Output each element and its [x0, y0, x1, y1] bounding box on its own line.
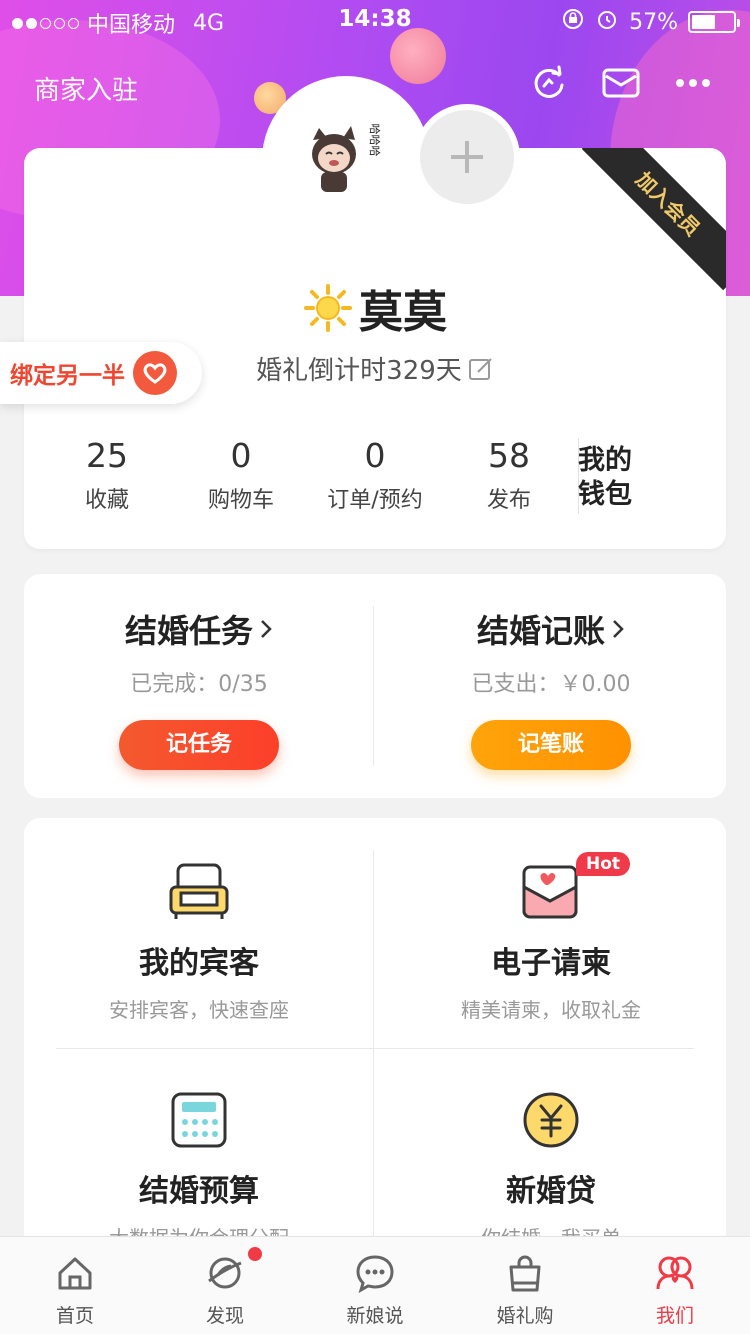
- wedding-tasks-link[interactable]: 结婚任务: [24, 606, 374, 652]
- invitation-icon: [522, 865, 578, 919]
- yen-coin-icon: [523, 1092, 579, 1148]
- feature-subtitle: 安排宾客，快速查座: [109, 998, 289, 1022]
- refresh-icon[interactable]: [530, 64, 568, 102]
- add-task-button[interactable]: 记任务: [119, 720, 279, 770]
- feature-wedding-loan[interactable]: 新婚贷 你结婚，我买单: [376, 1090, 726, 1251]
- feature-wedding-budget[interactable]: 结婚预算 大数据为你合理分配: [24, 1090, 374, 1251]
- stat-label: 发布: [486, 488, 531, 513]
- countdown-text: 婚礼倒计时329天: [256, 356, 462, 386]
- rotation-lock-icon: [561, 7, 585, 37]
- ledger-spent: 已支出：￥0.00: [471, 672, 631, 697]
- battery-icon: [688, 11, 740, 33]
- tab-wedding-shop[interactable]: 婚礼购: [450, 1237, 600, 1334]
- stat-label: 订单/预约: [327, 488, 423, 513]
- wedding-tasks-section: 结婚任务 已完成：0/35 记任务: [24, 606, 374, 770]
- stat-posts[interactable]: 58 发布: [442, 436, 576, 516]
- tab-bride-talk[interactable]: 新娘说: [300, 1237, 450, 1334]
- tab-home[interactable]: 首页: [0, 1237, 150, 1334]
- wedding-ledger-link[interactable]: 结婚记账: [376, 606, 726, 652]
- bind-partner-button[interactable]: 绑定另一半: [0, 342, 202, 404]
- tab-us[interactable]: 我们: [600, 1237, 750, 1334]
- sofa-icon: [169, 863, 229, 919]
- alarm-icon: [595, 7, 619, 37]
- avatar[interactable]: 哈哈哈: [262, 76, 430, 244]
- wedding-ledger-title: 结婚记账: [476, 612, 605, 650]
- add-partner-avatar-button[interactable]: [414, 104, 520, 210]
- tab-label: 发现: [205, 1305, 244, 1327]
- bottom-tab-bar: 首页 发现 新娘说 婚礼购 我们: [0, 1236, 750, 1334]
- stat-value: 0: [364, 436, 386, 475]
- tab-label: 我们: [655, 1305, 694, 1327]
- stat-value: 58: [488, 436, 530, 475]
- stat-label: 收藏: [84, 488, 129, 513]
- chevron-right-icon: [613, 620, 624, 638]
- stat-favorites[interactable]: 25 收藏: [40, 436, 174, 516]
- stat-cart[interactable]: 0 购物车: [174, 436, 308, 516]
- tab-label: 首页: [55, 1305, 94, 1327]
- plus-icon: [451, 141, 483, 173]
- stat-orders[interactable]: 0 订单/预约: [308, 436, 442, 516]
- more-icon[interactable]: [674, 64, 712, 102]
- tasks-progress: 已完成：0/35: [130, 672, 268, 697]
- feature-grid: 我的宾客 安排宾客，快速查座 Hot 电子请柬 精美请柬，收取礼金 结婚预算 大…: [24, 818, 726, 1258]
- feature-title: 结婚预算: [139, 1174, 259, 1209]
- calculator-icon: [171, 1092, 227, 1148]
- tab-label: 新娘说: [346, 1305, 404, 1327]
- home-icon: [58, 1257, 92, 1290]
- couple-icon: [656, 1256, 694, 1290]
- stat-value: 0: [230, 436, 252, 475]
- bag-icon: [509, 1255, 541, 1292]
- username: 莫莫: [359, 287, 447, 338]
- feature-e-invitation[interactable]: Hot 电子请柬 精美请柬，收取礼金: [376, 852, 726, 1023]
- tab-label: 婚礼购: [496, 1305, 554, 1327]
- sun-icon: [304, 284, 352, 332]
- edit-icon[interactable]: [468, 356, 494, 382]
- wedding-tasks-title: 结婚任务: [124, 612, 253, 650]
- stat-value: 25: [86, 436, 128, 475]
- add-expense-button[interactable]: 记笔账: [471, 720, 631, 770]
- tab-discover[interactable]: 发现: [150, 1237, 300, 1334]
- feature-my-guests[interactable]: 我的宾客 安排宾客，快速查座: [24, 862, 374, 1023]
- merchant-entry-link[interactable]: 商家入驻: [34, 70, 138, 107]
- notification-dot: [248, 1247, 262, 1261]
- bind-partner-label: 绑定另一半: [10, 363, 125, 389]
- wedding-ledger-section: 结婚记账 已支出：￥0.00 记笔账: [376, 606, 726, 770]
- task-card: 结婚任务 已完成：0/35 记任务 结婚记账 已支出：￥0.00 记笔账: [24, 574, 726, 798]
- heart-icon: [133, 351, 177, 395]
- my-wallet-button[interactable]: 我的钱包: [578, 444, 658, 512]
- chat-icon: [356, 1255, 394, 1294]
- feature-title: 电子请柬: [491, 946, 611, 981]
- chevron-right-icon: [261, 620, 272, 638]
- avatar-caption: 哈哈哈: [368, 124, 381, 157]
- status-bar: 中国移动 4G 14:38 57%: [0, 0, 750, 40]
- planet-icon: [208, 1257, 242, 1289]
- mail-icon[interactable]: [602, 64, 640, 102]
- feature-subtitle: 精美请柬，收取礼金: [461, 998, 641, 1022]
- battery-percent: 57%: [629, 9, 678, 35]
- username-row: 莫莫: [0, 276, 750, 340]
- join-membership-ribbon[interactable]: 加入会员: [581, 148, 726, 291]
- sticker-avatar-icon: 哈哈哈: [312, 124, 381, 192]
- hot-badge: Hot: [576, 852, 631, 876]
- feature-title: 新婚贷: [506, 1174, 596, 1209]
- feature-title: 我的宾客: [139, 946, 259, 981]
- stat-label: 购物车: [207, 488, 274, 513]
